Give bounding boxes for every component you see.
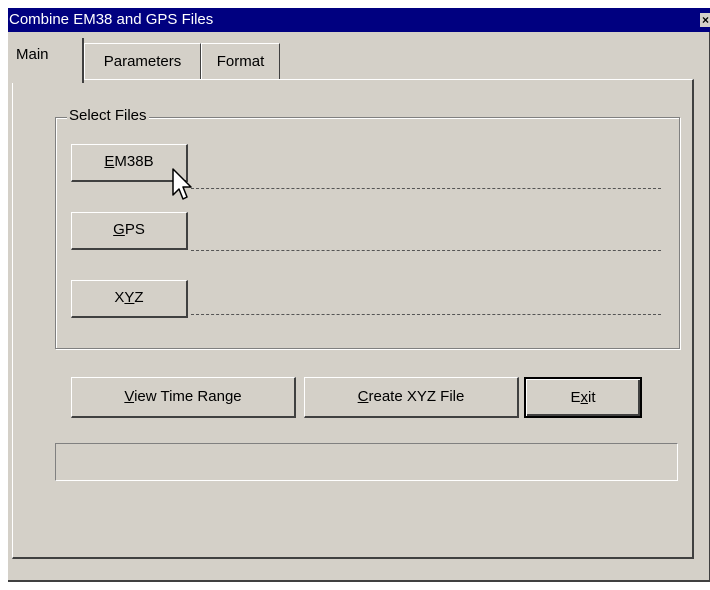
exit-button-label: Exit xyxy=(570,389,596,406)
tab-parameters-label: Parameters xyxy=(103,53,182,70)
window-title: Combine EM38 and GPS Files xyxy=(9,11,214,28)
create-xyz-file-button[interactable]: Create XYZ File xyxy=(304,377,519,418)
view-time-range-label: View Time Range xyxy=(124,388,242,405)
em38b-button-label: EM38B xyxy=(104,153,154,170)
gps-button-label: GPS xyxy=(113,221,145,238)
tab-format[interactable]: Format xyxy=(201,43,280,79)
status-progress-bar xyxy=(55,443,678,481)
title-bar[interactable]: Combine EM38 and GPS Files × xyxy=(8,8,710,32)
cursor-icon xyxy=(172,168,192,200)
gps-button[interactable]: GPS xyxy=(71,212,188,250)
tab-format-label: Format xyxy=(216,53,265,70)
xyz-button[interactable]: XYZ xyxy=(71,280,188,318)
xyz-file-path xyxy=(191,314,661,315)
xyz-button-label: XYZ xyxy=(114,289,144,306)
select-files-title: Select Files xyxy=(67,107,149,125)
create-xyz-file-label: Create XYZ File xyxy=(357,388,465,405)
view-time-range-button[interactable]: View Time Range xyxy=(71,377,296,418)
close-icon[interactable]: × xyxy=(700,13,710,27)
em38b-file-path xyxy=(191,188,661,189)
tab-parameters[interactable]: Parameters xyxy=(84,43,201,79)
tab-main[interactable]: Main xyxy=(12,38,84,83)
exit-button[interactable]: Exit xyxy=(524,377,642,418)
tab-main-label: Main xyxy=(16,46,49,63)
gps-file-path xyxy=(191,250,661,251)
